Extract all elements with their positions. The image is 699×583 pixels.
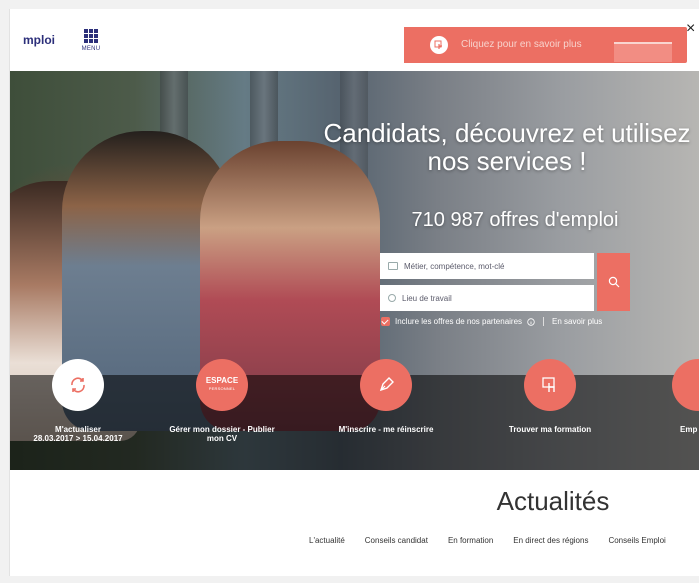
- hand-pointer-icon: [524, 359, 576, 411]
- top-bar: mploi MENU Cliquez pour en savoir plus: [10, 9, 699, 71]
- menu-button[interactable]: MENU: [78, 29, 104, 52]
- pen-icon: [360, 359, 412, 411]
- refresh-icon: [52, 359, 104, 411]
- promo-text: Cliquez pour en savoir plus: [461, 39, 582, 50]
- service-training[interactable]: Trouver ma formation: [490, 359, 610, 434]
- news-title: Actualités: [496, 486, 610, 516]
- badge-sub: PERSONNEL: [208, 386, 236, 391]
- service-register-label: M'inscrire - me réinscrire: [338, 425, 434, 434]
- briefcase-icon: [388, 262, 398, 270]
- partners-checkbox[interactable]: [381, 317, 390, 326]
- promo-banner[interactable]: Cliquez pour en savoir plus: [404, 27, 687, 63]
- job-search-input[interactable]: Métier, compétence, mot-clé: [380, 253, 594, 279]
- service-training-label: Trouver ma formation: [508, 425, 592, 434]
- divider: [543, 317, 545, 326]
- job-search-placeholder: Métier, compétence, mot-clé: [404, 261, 505, 271]
- hero-title: Candidats, découvrez et utilisez nos ser…: [323, 118, 691, 176]
- hero-section: Candidats, découvrez et utilisez nos ser…: [10, 71, 699, 470]
- service-employer[interactable]: Emp: [652, 359, 699, 434]
- search-button[interactable]: [597, 253, 630, 311]
- service-employer-label: Emp: [680, 425, 698, 434]
- location-placeholder: Lieu de travail: [402, 293, 452, 303]
- service-personal-space[interactable]: ESPACE PERSONNEL Gérer mon dossier - Pub…: [162, 359, 282, 443]
- partners-option: Inclure les offres de nos partenaires En…: [381, 317, 602, 326]
- partners-label: Inclure les offres de nos partenaires: [395, 317, 523, 326]
- badge-main: ESPACE: [205, 376, 239, 385]
- info-icon[interactable]: [527, 317, 535, 326]
- more-info-link[interactable]: En savoir plus: [552, 317, 602, 326]
- service-update[interactable]: M'actualiser 28.03.2017 > 15.04.2017: [18, 359, 138, 443]
- search-icon: [608, 276, 619, 288]
- logo[interactable]: mploi: [23, 33, 55, 47]
- close-icon[interactable]: ×: [686, 21, 695, 37]
- service-update-dates: 28.03.2017 > 15.04.2017: [33, 434, 123, 443]
- location-input[interactable]: Lieu de travail: [380, 285, 594, 311]
- promo-image: [614, 42, 672, 62]
- service-register[interactable]: M'inscrire - me réinscrire: [326, 359, 446, 434]
- personal-space-badge: ESPACE PERSONNEL: [196, 359, 248, 411]
- tab-employment-tips[interactable]: Conseils Emploi: [608, 536, 665, 545]
- tab-training[interactable]: En formation: [448, 536, 493, 545]
- tab-news[interactable]: L'actualité: [309, 536, 345, 545]
- location-pin-icon: [388, 294, 396, 302]
- service-personal-space-label: Gérer mon dossier - Publier mon CV: [169, 425, 275, 443]
- tab-candidate-tips[interactable]: Conseils candidat: [365, 536, 428, 545]
- menu-label: MENU: [81, 46, 101, 52]
- grid-icon: [84, 29, 98, 43]
- tab-regions[interactable]: En direct des régions: [513, 536, 588, 545]
- service-update-label: M'actualiser: [55, 425, 101, 434]
- browser-frame: mploi MENU Cliquez pour en savoir plus ×…: [9, 9, 699, 576]
- hand-pointer-icon: [430, 36, 448, 54]
- employer-icon: [672, 359, 699, 411]
- news-tabs: L'actualité Conseils candidat En formati…: [309, 536, 666, 545]
- news-section: Actualités L'actualité Conseils candidat…: [10, 470, 699, 576]
- offers-count: 710 987 offres d'emploi: [411, 209, 619, 231]
